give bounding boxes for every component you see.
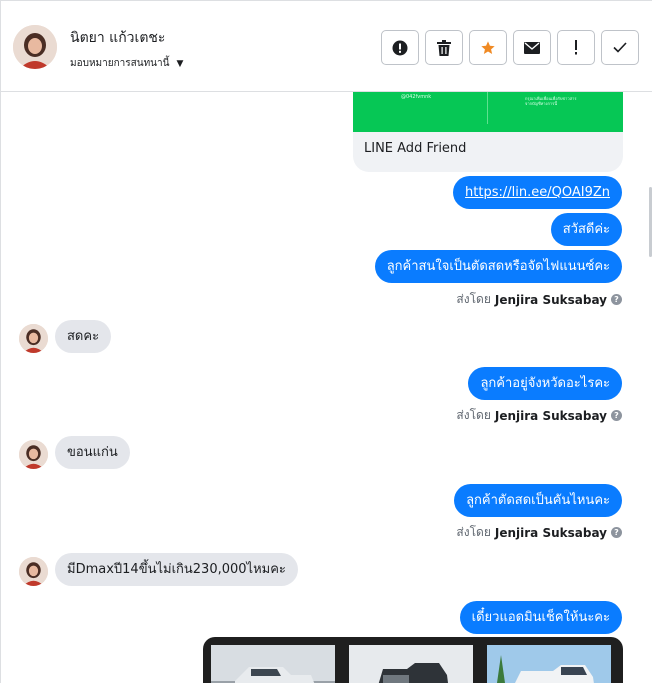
banner-text-right: กรุณาเพิ่มเพื่อนเพื่อรับข่าวสาร จากบัญชี…	[525, 96, 576, 106]
help-icon[interactable]: ?	[611, 527, 622, 538]
car-image-thumbnail[interactable]	[349, 645, 473, 683]
line-banner-image: @042fvmnk กรุณาเพิ่มเพื่อนเพื่อรับข่าวสา…	[353, 92, 623, 132]
sent-by-name: Jenjira Suksabay	[494, 292, 607, 307]
assign-label: มอบหมายการสนทนานี้	[70, 58, 170, 69]
outgoing-message: ลูกค้าตัดสดเป็นคันไหนคะ	[454, 484, 622, 517]
alert-circle-icon	[392, 40, 408, 55]
incoming-message: ขอนแก่น	[55, 436, 130, 469]
sent-by-prefix: ส่งโดย	[456, 292, 491, 306]
line-add-friend-card[interactable]: @042fvmnk กรุณาเพิ่มเพื่อนเพื่อรับข่าวสา…	[353, 92, 623, 172]
incoming-message: มีDmaxปี14ขึ้นไม่เกิน230,000ไหมคะ	[55, 553, 298, 586]
envelope-icon	[524, 41, 540, 54]
assign-conversation-dropdown[interactable]: มอบหมายการสนทนานี้ ▼	[70, 56, 183, 71]
spam-button[interactable]	[381, 30, 419, 65]
trash-icon	[437, 39, 451, 56]
star-icon	[481, 40, 495, 54]
caret-down-icon: ▼	[176, 58, 184, 69]
contact-avatar-small	[19, 440, 48, 469]
outgoing-message: ลูกค้าสนใจเป็นตัดสดหรือจัดไฟแนนซ์คะ	[374, 250, 622, 283]
help-icon[interactable]: ?	[611, 410, 622, 421]
card-title: LINE Add Friend	[364, 141, 467, 156]
outgoing-message-link[interactable]: https://lin.ee/QOAI9Zn	[453, 176, 622, 209]
conversation-header: นิตยา แก้วเตชะ มอบหมายการสนทนานี้ ▼	[1, 1, 652, 92]
sent-by-label: ส่งโดย Jenjira Suksabay ?	[456, 290, 622, 309]
star-button[interactable]	[469, 30, 507, 65]
outgoing-message: สวัสดีค่ะ	[550, 213, 622, 246]
banner-divider	[487, 92, 488, 124]
car-image-thumbnail[interactable]	[487, 645, 611, 683]
sent-by-label: ส่งโดย Jenjira Suksabay ?	[456, 406, 622, 425]
banner-text-right-line-2: จากบัญชีทางการนี้	[525, 101, 558, 106]
mark-unread-button[interactable]	[513, 30, 551, 65]
sent-by-label: ส่งโดย Jenjira Suksabay ?	[456, 523, 622, 542]
conversation-panel: นิตยา แก้วเตชะ มอบหมายการสนทนานี้ ▼ @042…	[0, 0, 652, 683]
contact-avatar-small	[19, 557, 48, 586]
contact-avatar-small	[19, 324, 48, 353]
contact-name[interactable]: นิตยา แก้วเตชะ	[70, 27, 165, 49]
car-image-thumbnail[interactable]	[211, 645, 335, 683]
check-icon	[613, 42, 627, 53]
sent-by-prefix: ส่งโดย	[456, 525, 491, 539]
sent-by-prefix: ส่งโดย	[456, 408, 491, 422]
outgoing-message: เดี๋ยวแอดมินเช็คให้นะคะ	[459, 601, 622, 634]
header-actions	[381, 30, 639, 65]
mark-done-button[interactable]	[601, 30, 639, 65]
contact-avatar[interactable]	[13, 25, 57, 69]
sent-by-name: Jenjira Suksabay	[494, 408, 607, 423]
help-icon[interactable]: ?	[611, 294, 622, 305]
banner-text-left: @042fvmnk	[401, 94, 432, 100]
incoming-message: สดคะ	[55, 320, 112, 353]
outgoing-message: ลูกค้าอยู่จังหวัดอะไรคะ	[468, 367, 622, 400]
follow-up-button[interactable]	[557, 30, 595, 65]
delete-button[interactable]	[425, 30, 463, 65]
exclamation-icon	[575, 40, 577, 55]
image-gallery[interactable]	[203, 637, 623, 683]
sent-by-name: Jenjira Suksabay	[494, 525, 607, 540]
